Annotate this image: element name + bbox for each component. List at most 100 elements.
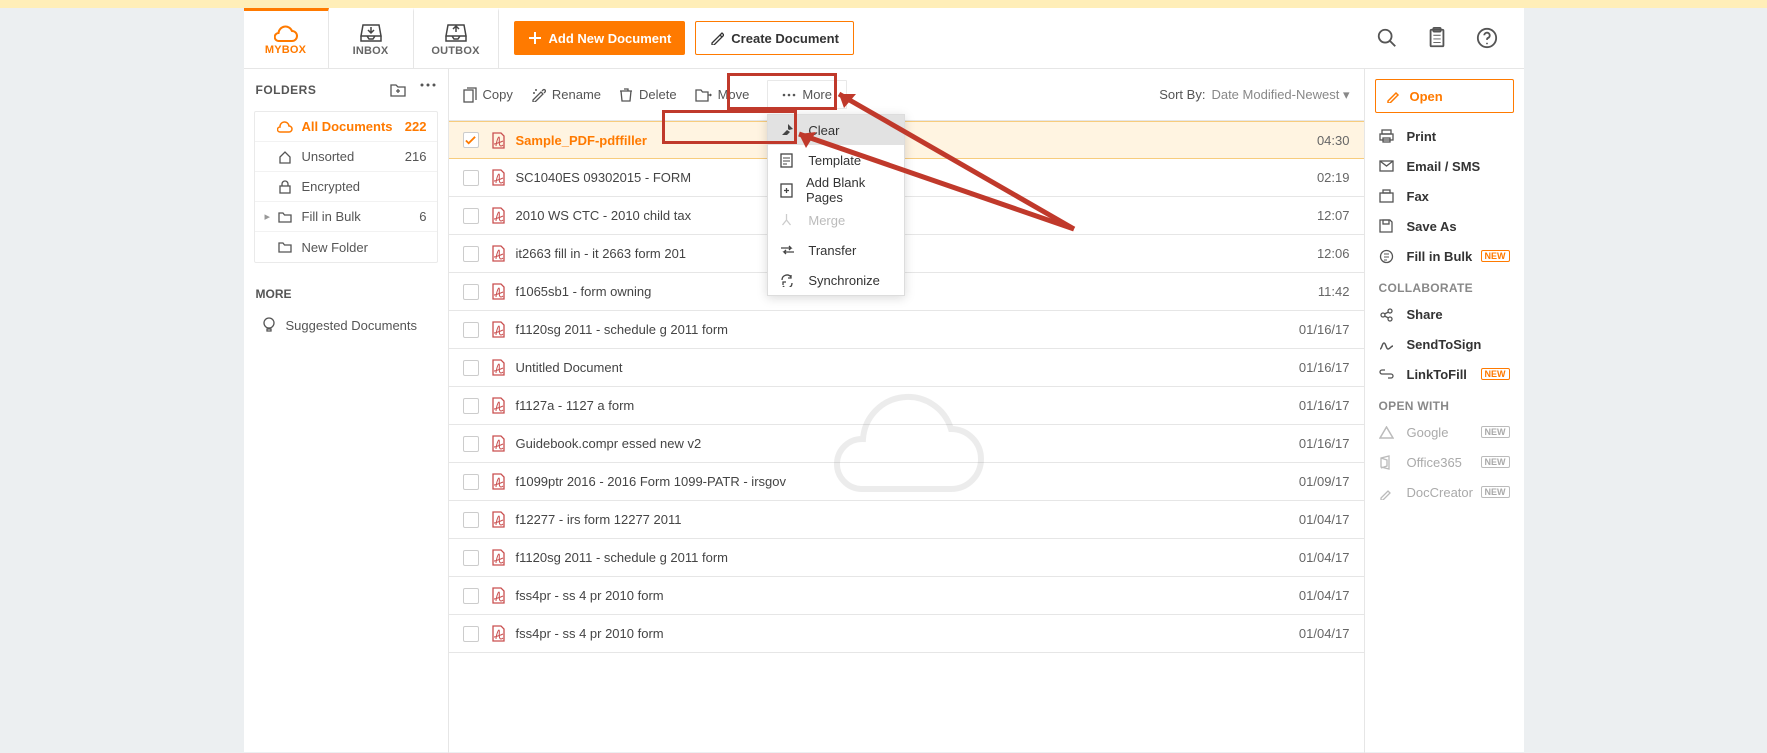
linktofill-label: LinkToFill — [1407, 367, 1467, 382]
file-row[interactable]: fss4pr - ss 4 pr 2010 form01/04/17 — [449, 577, 1364, 615]
file-row[interactable]: f1120sg 2011 - schedule g 2011 form01/16… — [449, 311, 1364, 349]
file-row[interactable]: SC1040ES 09302015 - FORM02:19 — [449, 159, 1364, 197]
file-row[interactable]: f1065sb1 - form owning11:42 — [449, 273, 1364, 311]
delete-button[interactable]: Delete — [619, 87, 677, 102]
dropdown-transfer[interactable]: Transfer — [768, 235, 904, 265]
file-row[interactable]: Guidebook.compr essed new v201/16/17 — [449, 425, 1364, 463]
file-checkbox[interactable] — [463, 322, 479, 338]
file-date: 12:06 — [1317, 246, 1350, 261]
save-as-button[interactable]: Save As — [1375, 211, 1514, 241]
tab-outbox[interactable]: OUTBOX — [414, 8, 499, 68]
help-icon[interactable] — [1476, 27, 1498, 49]
file-row[interactable]: f1120sg 2011 - schedule g 2011 form01/04… — [449, 539, 1364, 577]
file-checkbox[interactable] — [463, 360, 479, 376]
office365-button[interactable]: Office365 NEW — [1375, 447, 1514, 477]
file-checkbox[interactable] — [463, 588, 479, 604]
file-checkbox[interactable] — [463, 208, 479, 224]
doccreator-button[interactable]: DocCreator NEW — [1375, 477, 1514, 507]
file-row[interactable]: fss4pr - ss 4 pr 2010 form01/04/17 — [449, 615, 1364, 653]
print-button[interactable]: Print — [1375, 121, 1514, 151]
share-label: Share — [1407, 307, 1443, 322]
copy-button[interactable]: Copy — [463, 87, 513, 103]
file-checkbox[interactable] — [463, 246, 479, 262]
more-button[interactable]: More — [767, 80, 847, 109]
email-sms-button[interactable]: Email / SMS — [1375, 151, 1514, 181]
more-options-icon[interactable] — [420, 83, 436, 97]
pdf-icon — [491, 587, 506, 604]
file-row[interactable]: Sample_PDF-pdffiller04:30 — [449, 121, 1364, 159]
search-icon[interactable] — [1376, 27, 1398, 49]
sidebar-item-new-folder[interactable]: New Folder — [255, 232, 437, 262]
file-checkbox[interactable] — [463, 550, 479, 566]
sendtosign-button[interactable]: SendToSign — [1375, 329, 1514, 359]
file-row[interactable]: it2663 fill in - it 2663 form 20112:06 — [449, 235, 1364, 273]
file-row[interactable]: 2010 WS CTC - 2010 child tax12:07 — [449, 197, 1364, 235]
file-row[interactable]: f1099ptr 2016 - 2016 Form 1099-PATR - ir… — [449, 463, 1364, 501]
file-checkbox[interactable] — [463, 512, 479, 528]
sidebar-item-unsorted[interactable]: Unsorted 216 — [255, 142, 437, 172]
right-panel: Open Print Email / SMS Fax Save As — [1364, 69, 1524, 753]
pdf-icon — [491, 435, 506, 452]
folder-count: 216 — [405, 149, 427, 164]
file-checkbox[interactable] — [463, 626, 479, 642]
file-date: 01/16/17 — [1299, 322, 1350, 337]
create-document-button[interactable]: Create Document — [695, 21, 854, 55]
add-new-document-label: Add New Document — [549, 31, 672, 46]
file-checkbox[interactable] — [463, 398, 479, 414]
google-button[interactable]: Google NEW — [1375, 417, 1514, 447]
sidebar-item-fill-in-bulk[interactable]: ▸ Fill in Bulk 6 — [255, 202, 437, 232]
sidebar: FOLDERS All Documents 222 — [244, 69, 449, 753]
sidebar-item-encrypted[interactable]: Encrypted — [255, 172, 437, 202]
tab-mybox-label: MYBOX — [265, 44, 306, 56]
open-button[interactable]: Open — [1375, 79, 1514, 113]
folder-icon — [276, 241, 294, 253]
rename-button[interactable]: Rename — [531, 87, 601, 102]
sortby-select[interactable]: Date Modified-Newest ▾ — [1211, 87, 1349, 103]
google-label: Google — [1407, 425, 1449, 440]
topbar: MYBOX INBOX OUTBOX Ad — [244, 8, 1524, 69]
fax-button[interactable]: Fax — [1375, 181, 1514, 211]
sidebar-item-all-documents[interactable]: All Documents 222 — [255, 112, 437, 142]
pdf-icon — [491, 397, 506, 414]
file-checkbox[interactable] — [463, 284, 479, 300]
file-row[interactable]: Untitled Document01/16/17 — [449, 349, 1364, 387]
file-date: 11:42 — [1318, 284, 1350, 299]
add-page-icon — [780, 183, 796, 198]
add-folder-icon[interactable] — [390, 83, 406, 97]
dropdown-clear[interactable]: Clear — [768, 115, 904, 145]
new-badge: NEW — [1481, 486, 1510, 498]
pdf-icon — [491, 283, 506, 300]
move-button[interactable]: Move — [695, 87, 750, 102]
file-name: SC1040ES 09302015 - FORM — [516, 170, 1317, 185]
file-checkbox[interactable] — [463, 474, 479, 490]
content-area: Copy Rename Delete Move — [449, 69, 1364, 753]
office365-label: Office365 — [1407, 455, 1462, 470]
file-checkbox[interactable] — [463, 132, 479, 148]
share-button[interactable]: Share — [1375, 299, 1514, 329]
folder-label: Encrypted — [302, 179, 361, 194]
file-checkbox[interactable] — [463, 436, 479, 452]
file-name: f1120sg 2011 - schedule g 2011 form — [516, 322, 1299, 337]
file-row[interactable]: f1127a - 1127 a form01/16/17 — [449, 387, 1364, 425]
file-name: 2010 WS CTC - 2010 child tax — [516, 208, 1317, 223]
dropdown-add-blank[interactable]: Add Blank Pages — [768, 175, 904, 205]
fill-in-bulk-button[interactable]: Fill in Bulk NEW — [1375, 241, 1514, 271]
fill-in-bulk-label: Fill in Bulk — [1407, 249, 1473, 264]
sortby-value: Date Modified-Newest — [1211, 87, 1339, 102]
linktofill-button[interactable]: LinkToFill NEW — [1375, 359, 1514, 389]
tab-mybox[interactable]: MYBOX — [244, 8, 329, 68]
file-checkbox[interactable] — [463, 170, 479, 186]
dropdown-template[interactable]: Template — [768, 145, 904, 175]
add-new-document-button[interactable]: Add New Document — [514, 21, 686, 55]
folder-label: New Folder — [302, 240, 368, 255]
file-date: 01/16/17 — [1299, 436, 1350, 451]
clipboard-icon[interactable] — [1426, 27, 1448, 49]
sidebar-item-suggested[interactable]: Suggested Documents — [244, 309, 448, 341]
file-name: f1099ptr 2016 - 2016 Form 1099-PATR - ir… — [516, 474, 1299, 489]
file-date: 01/16/17 — [1299, 398, 1350, 413]
doccreator-label: DocCreator — [1407, 485, 1473, 500]
file-row[interactable]: f12277 - irs form 12277 201101/04/17 — [449, 501, 1364, 539]
dropdown-synchronize[interactable]: Synchronize — [768, 265, 904, 295]
tab-inbox[interactable]: INBOX — [329, 8, 414, 68]
pdf-icon — [491, 169, 506, 186]
